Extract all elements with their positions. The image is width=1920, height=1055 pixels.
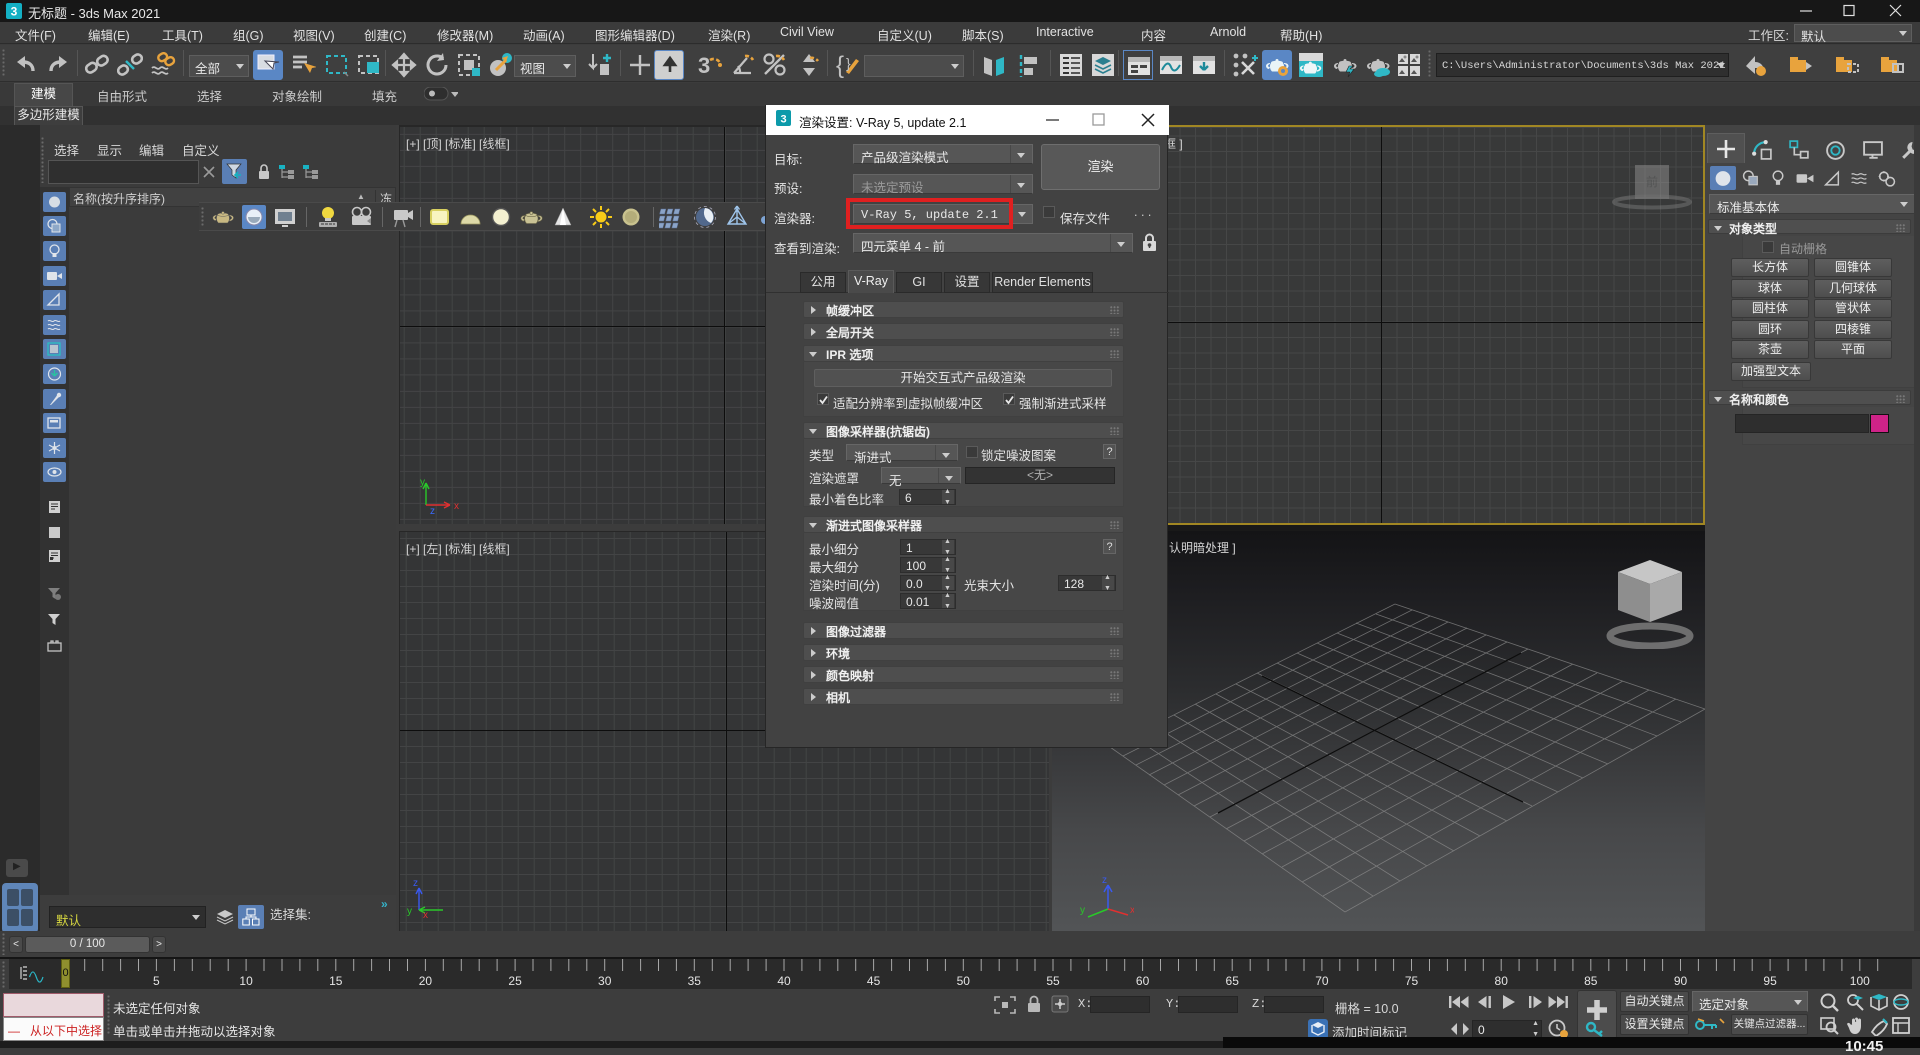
svg-text:z: z — [1102, 875, 1107, 886]
svg-text:z: z — [413, 878, 418, 889]
svg-text:65: 65 — [1226, 974, 1240, 988]
svg-text:5: 5 — [153, 974, 160, 988]
svg-text:}: } — [846, 55, 851, 71]
svg-text:z: z — [430, 506, 435, 515]
svg-text:70: 70 — [1315, 974, 1329, 988]
svg-text:y: y — [407, 906, 412, 917]
svg-text:55: 55 — [1046, 974, 1060, 988]
svg-text:40: 40 — [777, 974, 791, 988]
svg-text:20: 20 — [419, 974, 433, 988]
svg-text:25: 25 — [508, 974, 522, 988]
svg-text:{: { — [836, 52, 844, 78]
svg-text:85: 85 — [1584, 974, 1598, 988]
svg-text:3: 3 — [11, 5, 18, 19]
svg-text:75: 75 — [1405, 974, 1419, 988]
svg-text:100: 100 — [1850, 974, 1870, 988]
svg-text:50: 50 — [957, 974, 971, 988]
svg-text:3: 3 — [698, 53, 710, 78]
svg-text:95: 95 — [1763, 974, 1777, 988]
svg-text:x: x — [423, 910, 428, 920]
svg-text:x: x — [454, 501, 459, 512]
svg-text:15: 15 — [329, 974, 343, 988]
svg-text:y: y — [1080, 905, 1085, 916]
svg-text:y: y — [420, 477, 425, 488]
svg-text:80: 80 — [1495, 974, 1509, 988]
svg-text:45: 45 — [867, 974, 881, 988]
svg-text:10: 10 — [239, 974, 253, 988]
svg-text:90: 90 — [1674, 974, 1688, 988]
svg-text:3: 3 — [780, 114, 786, 126]
svg-text:前: 前 — [1646, 174, 1658, 189]
svg-text:60: 60 — [1136, 974, 1150, 988]
svg-text:x: x — [1130, 905, 1134, 916]
svg-text:35: 35 — [688, 974, 702, 988]
svg-text:30: 30 — [598, 974, 612, 988]
